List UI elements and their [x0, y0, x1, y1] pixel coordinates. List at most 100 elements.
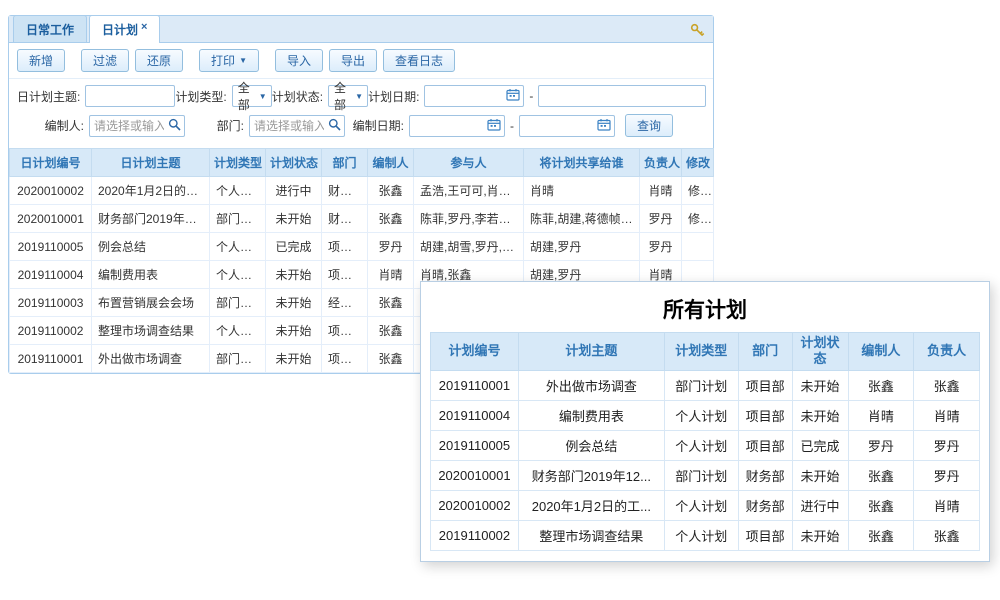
modify-link[interactable]: 修改 [682, 205, 714, 233]
owner-cell: 肖晴 [914, 400, 980, 430]
calendar-icon[interactable] [597, 118, 611, 134]
export-button[interactable]: 导出 [329, 49, 377, 72]
caret-down-icon: ▼ [239, 56, 247, 65]
calendar-icon[interactable] [487, 118, 501, 134]
filter-button[interactable]: 过滤 [81, 49, 129, 72]
column-header[interactable]: 日计划主题 [92, 149, 210, 177]
search-icon[interactable] [328, 118, 341, 134]
restore-button[interactable]: 还原 [135, 49, 183, 72]
department-cell: 项目部 [738, 430, 792, 460]
plan-subject-link[interactable]: 布置营销展会会场 [92, 289, 210, 317]
created-date-to[interactable] [519, 115, 615, 137]
search-button[interactable]: 查询 [625, 114, 673, 137]
owner-cell: 肖晴 [914, 490, 980, 520]
plan-date-from-input[interactable] [425, 87, 506, 105]
print-button[interactable]: 打印 ▼ [199, 49, 259, 72]
plan-type-cell: 个人计划 [210, 261, 266, 289]
creator-cell: 张鑫 [368, 205, 414, 233]
plan-subject-link[interactable]: 编制费用表 [92, 261, 210, 289]
column-header: 计划状态 [792, 333, 848, 371]
view-log-button[interactable]: 查看日志 [383, 49, 455, 72]
table-row[interactable]: 2020010001财务部门2019年12月的...部门计划未开始财务部张鑫陈菲… [10, 205, 714, 233]
created-date-from-input[interactable] [410, 117, 487, 135]
plan-no-link[interactable]: 2019110001 [10, 345, 92, 373]
owner-link[interactable]: 肖晴 [640, 177, 682, 205]
plan-subject-cell: 编制费用表 [518, 400, 664, 430]
plan-no-link[interactable]: 2019110002 [10, 317, 92, 345]
department-picker[interactable] [249, 115, 345, 137]
tab-tools [690, 23, 705, 42]
creator-cell: 肖晴 [848, 400, 914, 430]
tab-daily-plan[interactable]: 日计划× [89, 15, 160, 43]
plan-subject-cell: 2020年1月2日的工... [518, 490, 664, 520]
plan-subject-cell: 例会总结 [518, 430, 664, 460]
plan-subject-link[interactable]: 2020年1月2日的工作日... [92, 177, 210, 205]
plan-date-to-input[interactable] [539, 87, 702, 105]
plan-no-link[interactable]: 2019110004 [10, 261, 92, 289]
shared-with-cell: 陈菲,胡建,蒋德帧,... [524, 205, 640, 233]
plan-no-link[interactable]: 2020010001 [10, 205, 92, 233]
plan-date-from[interactable] [424, 85, 524, 107]
plan-no-link[interactable]: 2019110005 [10, 233, 92, 261]
plan-no-link[interactable]: 2019110003 [10, 289, 92, 317]
column-header[interactable]: 将计划共享给谁 [524, 149, 640, 177]
plan-type-select[interactable]: 全部 ▼ [232, 85, 272, 107]
import-button[interactable]: 导入 [275, 49, 323, 72]
column-header[interactable]: 参与人 [414, 149, 524, 177]
plan-no-cell: 2020010001 [431, 460, 519, 490]
department-input[interactable] [250, 117, 328, 135]
plan-date-to[interactable] [538, 85, 706, 107]
column-header[interactable]: 负责人 [640, 149, 682, 177]
modify-link[interactable]: 修改 [682, 177, 714, 205]
close-icon[interactable]: × [141, 21, 147, 33]
plan-status-cell: 已完成 [266, 233, 322, 261]
department-label: 部门: [185, 117, 249, 134]
plan-type-cell: 个人计划 [210, 317, 266, 345]
creator-input[interactable] [90, 117, 168, 135]
table-row: 2019110001外出做市场调查部门计划项目部未开始张鑫张鑫 [431, 370, 980, 400]
created-date-to-input[interactable] [520, 117, 597, 135]
department-cell: 项目部 [738, 400, 792, 430]
plan-subject-link[interactable]: 例会总结 [92, 233, 210, 261]
plan-no-link[interactable]: 2020010002 [10, 177, 92, 205]
tab-label: 日常工作 [26, 23, 74, 37]
column-header[interactable]: 计划类型 [210, 149, 266, 177]
plan-type-cell: 部门计划 [664, 370, 738, 400]
button-label: 过滤 [93, 52, 117, 69]
modify-link [682, 233, 714, 261]
calendar-icon[interactable] [506, 88, 520, 104]
key-icon[interactable] [690, 24, 705, 41]
plan-no-cell: 2019110001 [431, 370, 519, 400]
plan-subject-link[interactable]: 财务部门2019年12月的... [92, 205, 210, 233]
creator-cell: 张鑫 [368, 345, 414, 373]
created-date-from[interactable] [409, 115, 505, 137]
column-header[interactable]: 编制人 [368, 149, 414, 177]
creator-picker[interactable] [89, 115, 185, 137]
search-icon[interactable] [168, 118, 181, 134]
participants-cell: 胡建,胡雪,罗丹,任晓... [414, 233, 524, 261]
plan-status-select[interactable]: 全部 ▼ [328, 85, 368, 107]
plan-status-cell: 未开始 [266, 317, 322, 345]
subject-input[interactable] [85, 85, 175, 107]
table-row: 2019110002整理市场调查结果个人计划项目部未开始张鑫张鑫 [431, 520, 980, 550]
column-header[interactable]: 计划状态 [266, 149, 322, 177]
selected-value: 全部 [329, 79, 351, 113]
plan-type-cell: 个人计划 [664, 430, 738, 460]
creator-label: 编制人: [17, 117, 89, 134]
plan-subject-link[interactable]: 整理市场调查结果 [92, 317, 210, 345]
table-row[interactable]: 2019110005例会总结个人计划已完成项目部罗丹胡建,胡雪,罗丹,任晓...… [10, 233, 714, 261]
department-cell: 项目部 [322, 317, 368, 345]
creator-cell: 张鑫 [848, 460, 914, 490]
owner-link[interactable]: 罗丹 [640, 205, 682, 233]
column-header[interactable]: 日计划编号 [10, 149, 92, 177]
all-plans-table: 计划编号计划主题计划类型部门计划状态编制人负责人 2019110001外出做市场… [430, 332, 980, 551]
column-header[interactable]: 修改 [682, 149, 714, 177]
tab-daily-work[interactable]: 日常工作 [13, 15, 87, 42]
column-header: 编制人 [848, 333, 914, 371]
column-header[interactable]: 部门 [322, 149, 368, 177]
owner-cell: 罗丹 [914, 460, 980, 490]
table-row[interactable]: 20200100022020年1月2日的工作日...个人计划进行中财务部张鑫孟浩… [10, 177, 714, 205]
owner-link[interactable]: 罗丹 [640, 233, 682, 261]
add-button[interactable]: 新增 [17, 49, 65, 72]
plan-subject-link[interactable]: 外出做市场调查 [92, 345, 210, 373]
